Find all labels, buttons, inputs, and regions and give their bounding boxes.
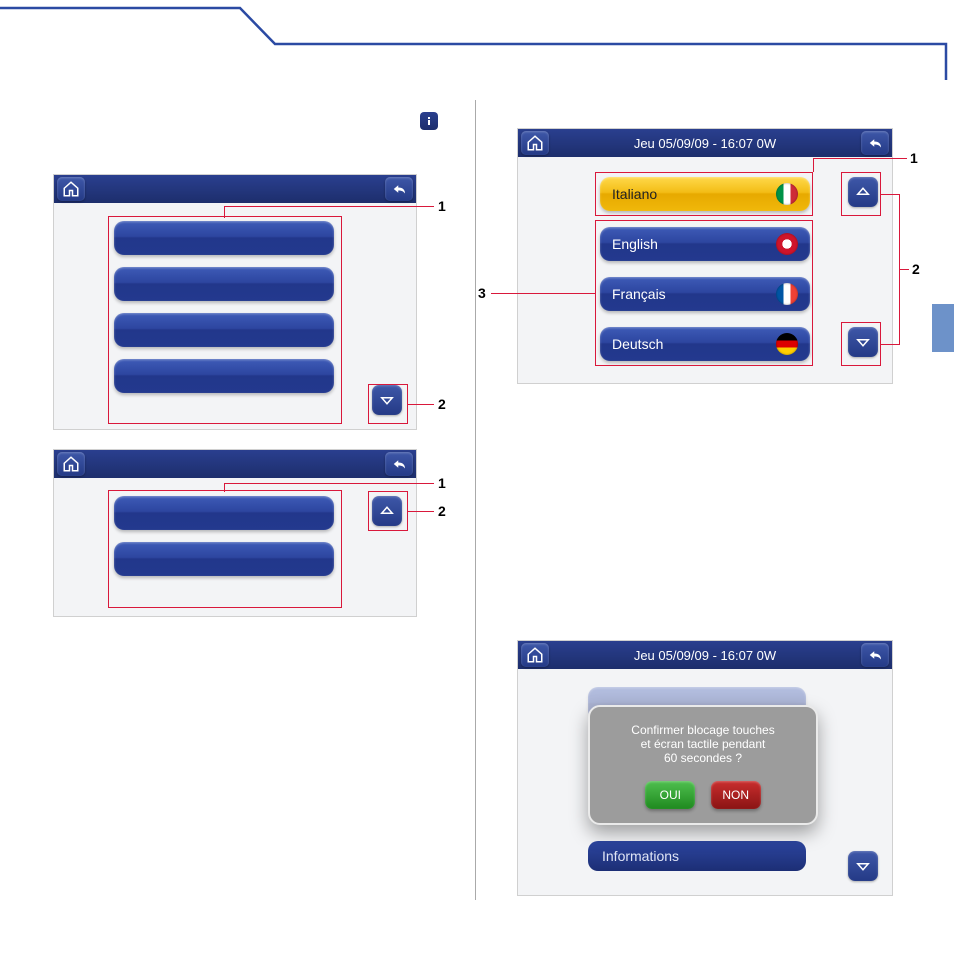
- flag-icon: [776, 333, 798, 355]
- confirm-dialog: Confirmer blocage touches et écran tacti…: [588, 705, 818, 825]
- dialog-text: 60 secondes ?: [610, 751, 796, 765]
- callout-number: 2: [912, 261, 920, 277]
- callout-number: 2: [438, 503, 446, 519]
- titlebar: Jeu 05/09/09 - 16:07 0W: [518, 641, 892, 669]
- home-button[interactable]: [521, 643, 549, 667]
- callout-number: 2: [438, 396, 446, 412]
- language-item-francais[interactable]: Français: [600, 277, 810, 311]
- titlebar-datetime: Jeu 05/09/09 - 16:07 0W: [552, 136, 858, 151]
- callout-number: 1: [910, 150, 918, 166]
- titlebar-datetime: Jeu 05/09/09 - 16:07 0W: [552, 648, 858, 663]
- callout-number: 1: [438, 198, 446, 214]
- menu-panel-a: [53, 174, 417, 430]
- page-side-tab: [932, 304, 954, 352]
- titlebar: [54, 450, 416, 478]
- back-button[interactable]: [861, 643, 889, 667]
- back-button[interactable]: [861, 131, 889, 155]
- language-label: Italiano: [612, 186, 657, 202]
- language-label: Français: [612, 286, 666, 302]
- menu-item[interactable]: [114, 313, 334, 347]
- language-item-deutsch[interactable]: Deutsch: [600, 327, 810, 361]
- scroll-down-button[interactable]: [848, 327, 878, 357]
- menu-item[interactable]: [114, 359, 334, 393]
- lock-confirm-panel: Jeu 05/09/09 - 16:07 0W Informations Con…: [517, 640, 893, 896]
- scroll-down-button[interactable]: [372, 385, 402, 415]
- language-label: Deutsch: [612, 336, 663, 352]
- scroll-up-button[interactable]: [372, 496, 402, 526]
- callout-line: [899, 269, 909, 270]
- titlebar: [54, 175, 416, 203]
- flag-icon: [776, 283, 798, 305]
- menu-item[interactable]: [114, 267, 334, 301]
- flag-icon: [776, 183, 798, 205]
- yes-button[interactable]: OUI: [645, 781, 695, 809]
- menu-item[interactable]: [114, 542, 334, 576]
- scroll-up-button[interactable]: [848, 177, 878, 207]
- callout-number: 3: [478, 285, 486, 301]
- language-item-italiano[interactable]: Italiano: [600, 177, 810, 211]
- no-button[interactable]: NON: [711, 781, 761, 809]
- scroll-down-button[interactable]: [848, 851, 878, 881]
- home-button[interactable]: [57, 177, 85, 201]
- flag-icon: [776, 233, 798, 255]
- info-icon: [420, 112, 438, 130]
- menu-item[interactable]: [114, 496, 334, 530]
- language-label: English: [612, 236, 658, 252]
- back-button[interactable]: [385, 177, 413, 201]
- menu-item-informations[interactable]: Informations: [588, 841, 806, 871]
- callout-number: 1: [438, 475, 446, 491]
- titlebar: Jeu 05/09/09 - 16:07 0W: [518, 129, 892, 157]
- menu-item[interactable]: [114, 221, 334, 255]
- home-button[interactable]: [521, 131, 549, 155]
- language-item-english[interactable]: English: [600, 227, 810, 261]
- column-divider: [475, 100, 476, 900]
- back-button[interactable]: [385, 452, 413, 476]
- menu-panel-b: [53, 449, 417, 617]
- dialog-text: Confirmer blocage touches: [610, 723, 796, 737]
- home-button[interactable]: [57, 452, 85, 476]
- callout-line: [899, 194, 900, 345]
- page-top-border: [0, 0, 954, 80]
- dialog-text: et écran tactile pendant: [610, 737, 796, 751]
- menu-item-label: Informations: [602, 848, 679, 864]
- language-panel: Jeu 05/09/09 - 16:07 0W Italiano English…: [517, 128, 893, 384]
